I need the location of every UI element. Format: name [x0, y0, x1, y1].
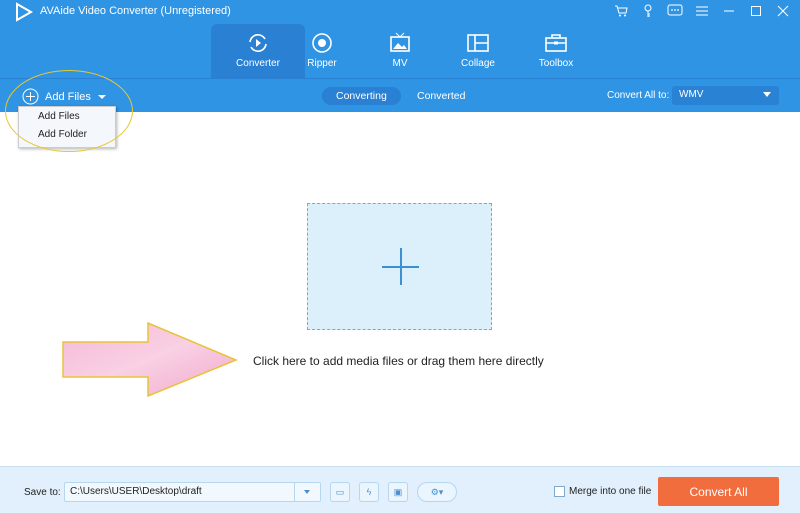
converter-icon	[249, 34, 267, 52]
toolbox-icon	[545, 34, 567, 52]
tab-toolbox[interactable]: Toolbox	[509, 24, 603, 78]
settings-icon[interactable]: ⚙▾	[417, 482, 457, 502]
hardware-accel-off-icon[interactable]: ϟ	[359, 482, 379, 502]
gpu-on-icon[interactable]: ▣	[388, 482, 408, 502]
chevron-down-icon	[763, 92, 771, 97]
close-icon[interactable]	[774, 2, 792, 20]
mv-icon	[390, 32, 410, 52]
menu-icon[interactable]	[693, 2, 711, 20]
format-select[interactable]: WMV	[672, 86, 779, 105]
folder-icon[interactable]: ▭	[330, 482, 350, 502]
cart-icon[interactable]	[612, 2, 630, 20]
collage-icon	[467, 34, 489, 52]
merge-checkbox[interactable]: Merge into one file	[554, 486, 651, 497]
highlight-ellipse	[5, 70, 133, 152]
maximize-icon[interactable]	[747, 2, 765, 20]
segment-converted[interactable]: Converted	[403, 87, 479, 105]
footer: Save to: C:\Users\USER\Desktop\draft ▭ ϟ…	[0, 466, 800, 513]
key-icon[interactable]	[639, 2, 657, 20]
convert-all-label: Convert All to:	[607, 90, 670, 101]
segment-converting[interactable]: Converting	[322, 87, 401, 105]
chevron-down-icon[interactable]	[294, 483, 320, 501]
app-logo-icon	[16, 2, 34, 22]
ripper-icon	[312, 33, 332, 53]
drop-hint: Click here to add media files or drag th…	[253, 354, 544, 368]
save-to-label: Save to:	[24, 487, 61, 498]
minimize-icon[interactable]	[720, 2, 738, 20]
feedback-icon[interactable]	[666, 2, 684, 20]
convert-all-button[interactable]: Convert All	[658, 477, 779, 506]
save-path-input[interactable]: C:\Users\USER\Desktop\draft	[64, 482, 321, 502]
arrow-annotation	[62, 322, 238, 398]
window-title: AVAide Video Converter (Unregistered)	[40, 5, 231, 17]
drop-zone[interactable]	[307, 203, 492, 330]
